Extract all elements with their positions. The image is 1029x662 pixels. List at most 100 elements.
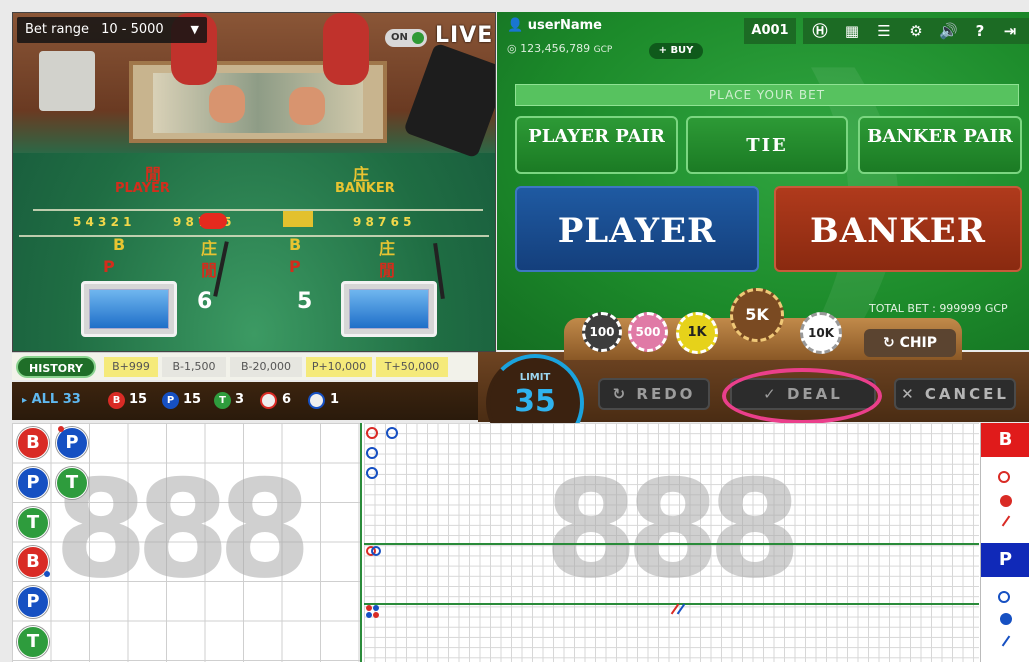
gear-icon[interactable]: ⚙ [907, 22, 925, 40]
bet-range-selector[interactable]: Bet range 10 - 5000 ▼ [17, 17, 207, 43]
close-icon: ✕ [901, 385, 917, 403]
dealer-arm-right [323, 13, 369, 85]
list-icon[interactable]: ☰ [875, 22, 893, 40]
chip-1k[interactable]: 1K [676, 312, 718, 354]
live-toggle[interactable]: ON [385, 29, 427, 47]
place-bet-prompt: PLACE YOUR BET [515, 84, 1019, 106]
table-mark-p: P [289, 257, 301, 276]
baccarat-app: Bet range 10 - 5000 ▼ ON LIVE 閒 PLAYER 庄… [0, 0, 1029, 662]
stats-banker-icon: B [108, 392, 125, 409]
bead-player: P [17, 467, 49, 499]
chip-500[interactable]: 500 [628, 312, 668, 352]
bead-tie: T [17, 507, 49, 539]
banker-label: BANKER [810, 211, 986, 251]
total-bet-label: TOTAL BET : [869, 302, 936, 315]
grid-icon[interactable]: ▦ [843, 22, 861, 40]
table-mark-cn: 庄 [201, 239, 218, 258]
player-pair-bet[interactable]: PLAYER PAIR [515, 116, 678, 174]
stats-banker-count: 15 [129, 392, 148, 407]
legend-banker: B [981, 423, 1029, 457]
watermark: 888 [54, 451, 312, 608]
table-line [19, 235, 489, 237]
tie-bet[interactable]: TIE [686, 116, 848, 174]
live-video-feed: Bet range 10 - 5000 ▼ ON LIVE 閒 PLAYER 庄… [12, 12, 496, 352]
chip-button[interactable]: ↻ CHIP [864, 329, 956, 357]
buy-button[interactable]: + BUY [649, 43, 703, 59]
road-divider [364, 603, 979, 605]
stats-all: ▸ ALL 33 [22, 392, 81, 407]
legend-player: P [981, 543, 1029, 577]
refresh-icon: ↻ [882, 335, 895, 351]
table-numbers-left: 5 4 3 2 1 [73, 215, 132, 229]
table-line [33, 209, 483, 211]
cancel-label: CANCEL [924, 385, 1009, 403]
pair-dot [58, 426, 64, 432]
banker-pair-bet[interactable]: BANKER PAIR [858, 116, 1022, 174]
stats-player-pair-icon [308, 392, 325, 409]
help-icon[interactable]: ? [971, 22, 989, 40]
chip-100[interactable]: 100 [582, 312, 622, 352]
bet-range-value: 10 - 5000 [101, 22, 164, 37]
live-label: LIVE [435, 23, 494, 48]
stats-player-pair-count: 1 [330, 392, 340, 407]
dealer-phone [39, 51, 95, 111]
bead-banker: B [17, 427, 49, 459]
balance: ◎ 123,456,789 GCP [507, 42, 612, 55]
redo-button[interactable]: ↻ REDO [598, 378, 710, 410]
toggle-knob [412, 32, 424, 44]
stats-all-label: ALL [31, 392, 59, 407]
table-mark-b: B [113, 235, 126, 254]
dealer-hand-right [289, 87, 325, 125]
history-item: P+10,000 [306, 357, 372, 377]
legend-player-ring [998, 591, 1010, 603]
legend-player-dot [1000, 613, 1012, 625]
big-road-player [366, 447, 378, 459]
road-legend: B P [980, 423, 1029, 662]
cancel-button[interactable]: ✕ CANCEL [894, 378, 1016, 410]
exit-icon[interactable]: ⇥ [1001, 22, 1019, 40]
bead-tie: T [56, 467, 88, 499]
watermark: 888 [544, 451, 802, 608]
legend-player-slash [1001, 635, 1011, 647]
banker-bet[interactable]: BANKER [774, 186, 1022, 272]
stats-banker-pair-icon [260, 392, 277, 409]
table-id: A001 [744, 18, 796, 44]
bead-tie: T [17, 626, 49, 658]
user-icon: 👤 [507, 18, 524, 33]
history-item: B-1,500 [162, 357, 226, 377]
roadmap: 888 888 B P T B P T P T B P [12, 423, 1029, 662]
sound-icon[interactable]: 🔊 [939, 22, 958, 40]
stats-player-icon: P [162, 392, 179, 409]
chip-10k[interactable]: 10K [800, 312, 842, 354]
table-yellow-marker [283, 211, 313, 227]
deal-highlight-ring [722, 368, 882, 424]
tablet-screen [89, 289, 169, 329]
small-road-banker [366, 605, 372, 611]
stats-all-count: 33 [62, 392, 81, 407]
table-numbers-right: 9 8 7 6 5 [353, 215, 412, 229]
tablet-screen [349, 289, 429, 329]
card-shoe-device [403, 42, 495, 159]
limit-value: 35 [514, 384, 556, 419]
history-strip: HISTORY B+999 B-1,500 B-20,000 P+10,000 … [12, 352, 478, 380]
history-tab[interactable]: HISTORY [16, 356, 96, 378]
chip-5k-selected[interactable]: 5K [730, 288, 784, 342]
stats-banker-pair-count: 6 [282, 392, 292, 407]
pair-dot [44, 571, 50, 577]
balance-value: 123,456,789 [520, 42, 591, 55]
history-icon[interactable]: Ⓗ [811, 22, 829, 40]
redo-label: REDO [636, 385, 696, 403]
card-value-right: 5 [297, 289, 313, 314]
table-tablet-left [81, 281, 177, 337]
bead-player: P [17, 586, 49, 618]
redo-icon: ↻ [612, 385, 629, 403]
user-info: 👤 userName [507, 18, 602, 33]
player-pair-label: PLAYER PAIR [528, 126, 665, 147]
player-label: PLAYER [557, 211, 717, 251]
bead-plate: 888 [12, 423, 362, 662]
table-player-label: PLAYER [115, 181, 170, 196]
table-mark-cn: 閒 [379, 261, 396, 280]
player-bet[interactable]: PLAYER [515, 186, 759, 272]
dealer-hand-left [209, 85, 245, 123]
big-road-player [386, 427, 398, 439]
